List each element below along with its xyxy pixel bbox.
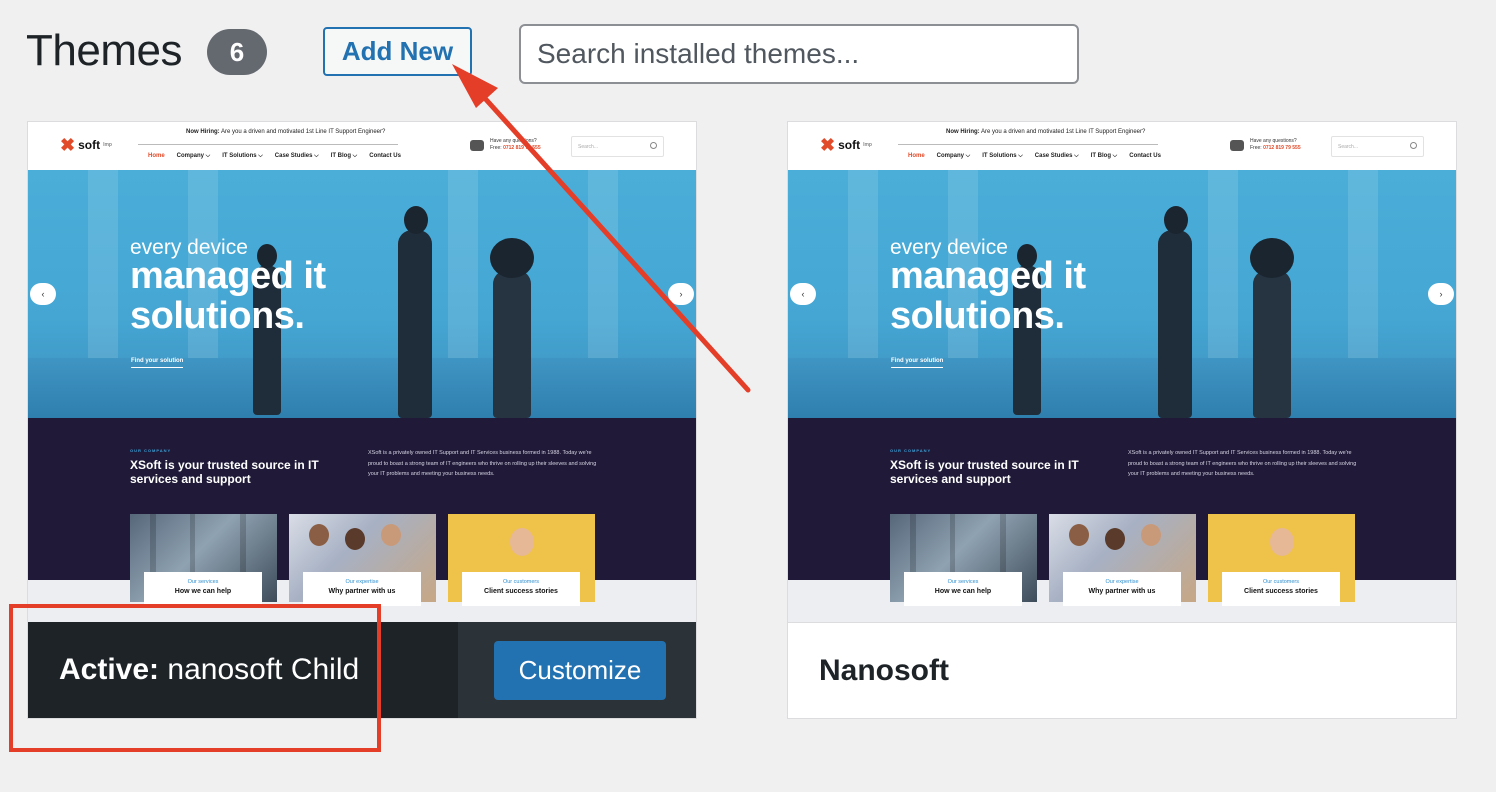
preview-tile-label: Our services How we can help — [144, 572, 262, 606]
chevron-left-icon: ‹ — [790, 283, 816, 305]
preview-navbar: ✖ soft lmp Now Hiring: Are you a driven an… — [28, 122, 696, 170]
chevron-right-icon: › — [1428, 283, 1454, 305]
preview-hero-link: Find your solution — [891, 358, 944, 368]
page-title: Themes — [26, 26, 182, 75]
preview-navbar: ✖ soft lmp Now Hiring: Are you a driven an… — [788, 122, 1456, 170]
logo-x-icon: ✖ — [820, 135, 836, 155]
preview-tile-label: Our customers Client success stories — [1222, 572, 1340, 606]
theme-name: Nanosoft — [819, 654, 949, 687]
divider — [138, 144, 398, 145]
customize-button[interactable]: Customize — [494, 641, 666, 700]
preview-hero: every device managed it solutions. Find y… — [788, 170, 1456, 418]
preview-menu: Home Company ⌵ IT Solutions ⌵ Case Studi… — [148, 153, 401, 159]
search-icon — [650, 142, 657, 149]
logo-x-icon: ✖ — [60, 135, 76, 155]
chat-bubble-icon — [1230, 139, 1244, 151]
theme-footer: Nanosoft — [788, 622, 1456, 718]
preview-search: Search... — [571, 136, 664, 157]
theme-screenshot[interactable]: ✖ soft lmp Now Hiring: Are you a driven an… — [28, 122, 696, 622]
theme-screenshot[interactable]: ✖ soft lmp Now Hiring: Are you a driven an… — [788, 122, 1456, 622]
theme-card[interactable]: ✖ soft lmp Now Hiring: Are you a driven an… — [787, 121, 1457, 719]
preview-hero-headline: managed it solutions. — [890, 255, 1086, 337]
preview-tile-label: Our customers Client success stories — [462, 572, 580, 606]
search-icon — [1410, 142, 1417, 149]
add-new-button[interactable]: Add New — [323, 27, 472, 76]
preview-tile-label: Our services How we can help — [904, 572, 1022, 606]
preview-search: Search... — [1331, 136, 1424, 157]
chevron-right-icon: › — [668, 283, 694, 305]
chevron-left-icon: ‹ — [30, 283, 56, 305]
preview-tile-label: Our expertise Why partner with us — [1063, 572, 1181, 606]
preview-contact: Have any questions? Free: 0712 819 79 555 — [470, 138, 541, 152]
divider — [898, 144, 1158, 145]
preview-hero: every device managed it solutions. Find y… — [28, 170, 696, 418]
chat-bubble-icon — [470, 139, 484, 151]
preview-hiring-text: Now Hiring: Are you a driven and motivat… — [186, 129, 386, 135]
preview-hero-link: Find your solution — [131, 358, 184, 368]
preview-contact: Have any questions? Free: 0712 819 79 555 — [1230, 138, 1301, 152]
preview-logo: ✖ soft lmp — [60, 135, 112, 155]
annotation-highlight-box — [9, 604, 381, 752]
preview-menu: Home Company ⌵ IT Solutions ⌵ Case Studi… — [908, 153, 1161, 159]
preview-hiring-text: Now Hiring: Are you a driven and motivat… — [946, 129, 1146, 135]
preview-tile-label: Our expertise Why partner with us — [303, 572, 421, 606]
preview-hero-headline: managed it solutions. — [130, 255, 326, 337]
theme-count-badge: 6 — [207, 29, 267, 75]
search-themes-input[interactable] — [519, 24, 1079, 84]
preview-logo: ✖ soft lmp — [820, 135, 872, 155]
